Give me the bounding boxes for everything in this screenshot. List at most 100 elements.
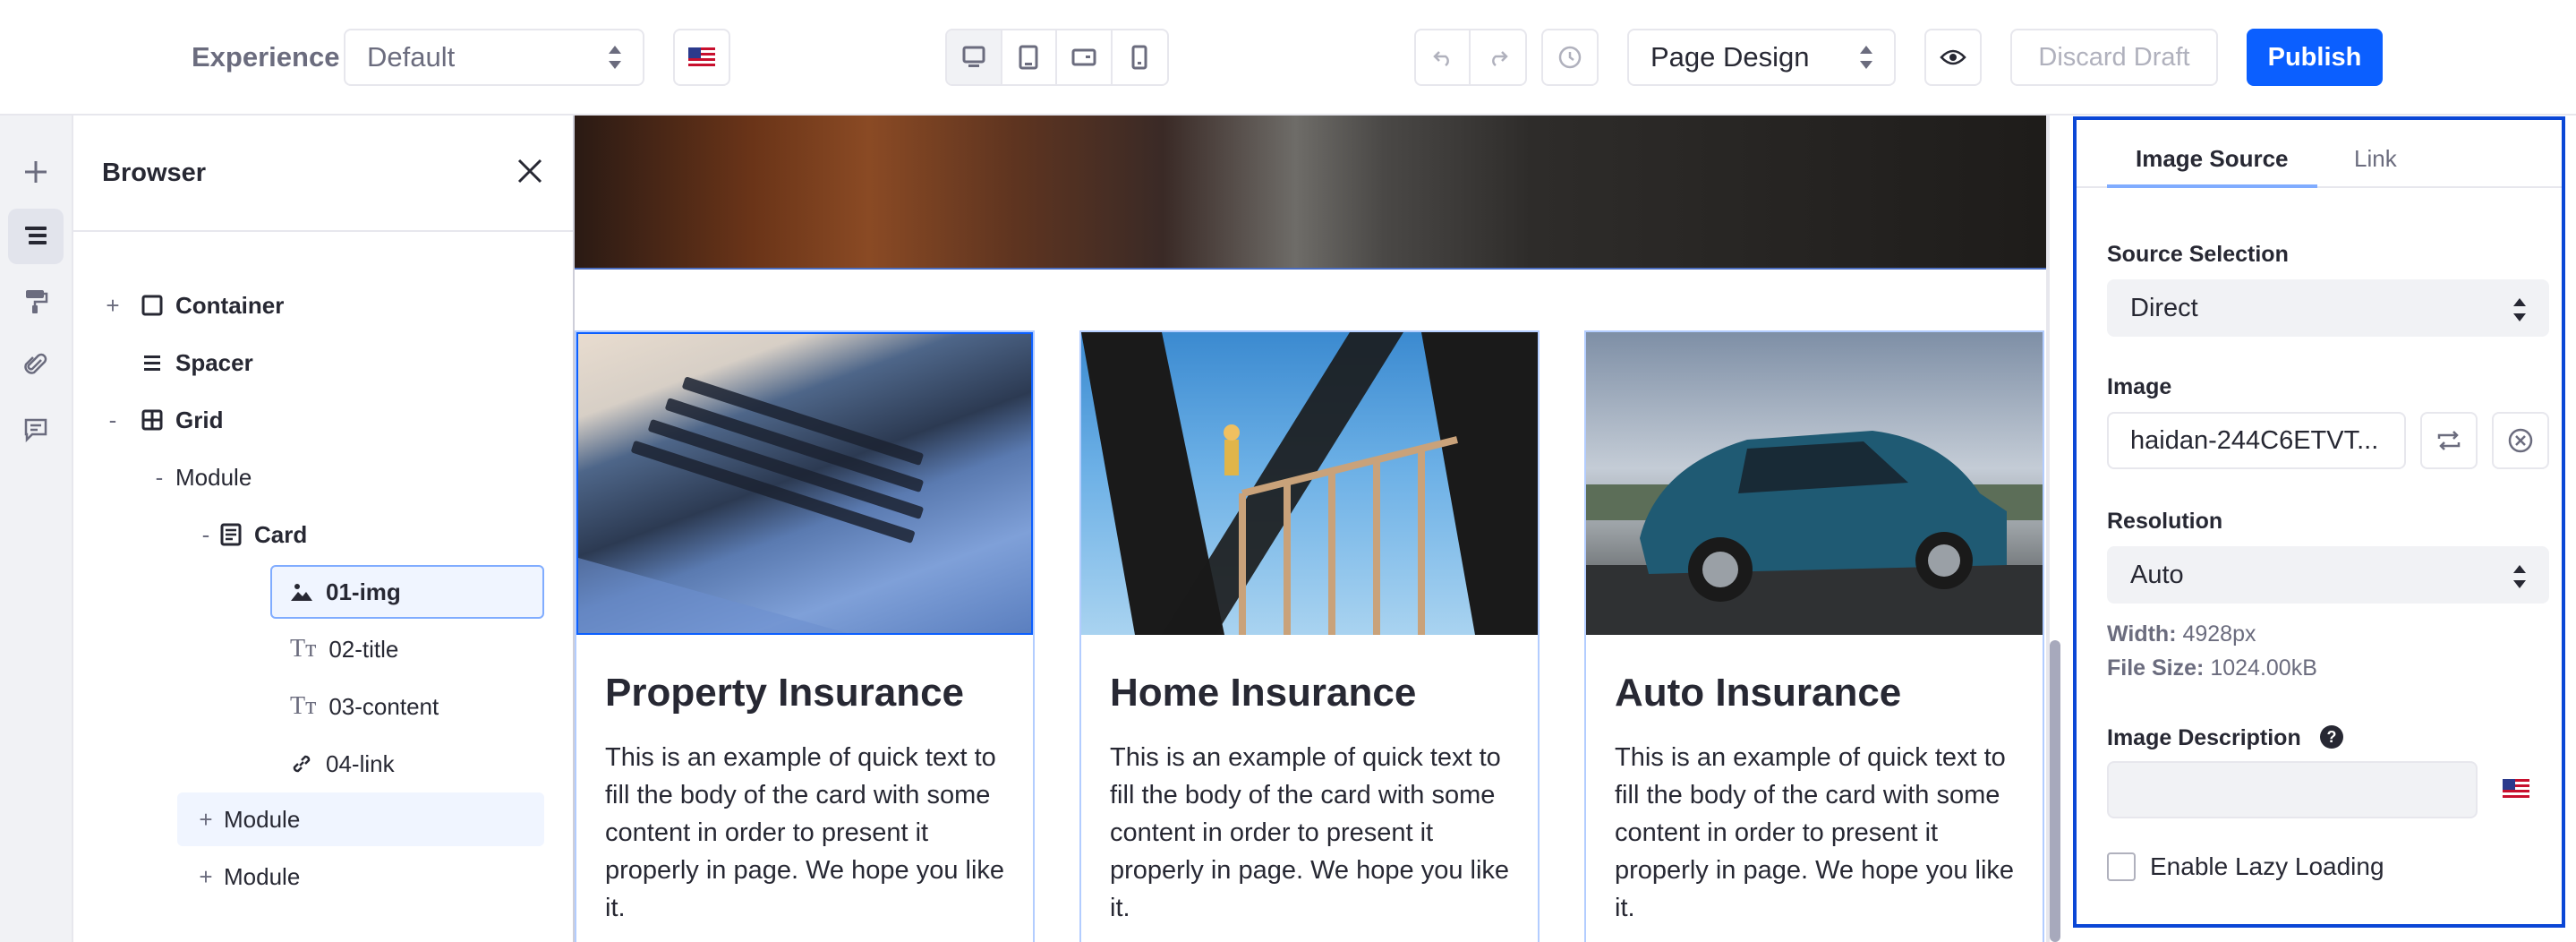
discard-draft-button[interactable]: Discard Draft: [2010, 29, 2218, 86]
preview-button[interactable]: [1924, 29, 1982, 86]
car-image[interactable]: [1586, 332, 2043, 635]
tree-item-02-title[interactable]: Tт 02-title: [290, 624, 541, 674]
card-property-insurance[interactable]: Property Insurance This is an example of…: [575, 330, 1035, 942]
width-label: Width:: [2107, 621, 2177, 647]
browser-title: Browser: [102, 158, 207, 187]
text-icon: Tт: [290, 635, 317, 663]
left-rail: [0, 116, 73, 942]
paint-brush-icon: [26, 290, 48, 313]
image-label: Image: [2107, 374, 2172, 399]
browser-panel: Browser + Container Spacer - Grid - Modu…: [73, 116, 575, 942]
page-structure-button[interactable]: [8, 209, 64, 264]
language-selector-button[interactable]: [673, 29, 730, 86]
width-value: 4928px: [2182, 621, 2256, 647]
replace-image-button[interactable]: [2420, 412, 2478, 469]
house-frame-graphic: [1081, 332, 1538, 635]
tree-item-label: 02-title: [328, 635, 399, 663]
image-description-input[interactable]: [2107, 761, 2478, 818]
tablet-view-button[interactable]: [1002, 30, 1057, 84]
description-language-button[interactable]: [2503, 779, 2529, 803]
tree-expander[interactable]: +: [197, 863, 215, 891]
change-icon: [2437, 431, 2461, 450]
hero-image[interactable]: [575, 116, 2046, 270]
card-title: Auto Insurance: [1615, 671, 1902, 715]
page-mode-value: Page Design: [1651, 41, 1810, 73]
add-icon: [25, 161, 47, 183]
mappings-button[interactable]: [8, 338, 64, 393]
portrait-phone-icon: [1131, 45, 1147, 70]
landscape-phone-view-button[interactable]: [1057, 30, 1113, 84]
experience-select[interactable]: Default: [344, 29, 644, 86]
tab-link[interactable]: Link: [2336, 145, 2415, 188]
experience-label: Experience: [192, 41, 340, 73]
resolution-select[interactable]: Auto: [2107, 546, 2549, 604]
desktop-view-button[interactable]: [947, 30, 1002, 84]
close-browser-button[interactable]: [514, 155, 546, 187]
history-button[interactable]: [1541, 29, 1599, 86]
tree-expander[interactable]: -: [197, 521, 215, 549]
tree-item-label: Module: [175, 463, 252, 491]
clear-image-button[interactable]: [2492, 412, 2549, 469]
tree-expander[interactable]: -: [150, 464, 168, 492]
tree-item-module[interactable]: - Module: [150, 452, 544, 502]
desktop-icon: [962, 46, 985, 67]
grid-icon: [141, 409, 163, 431]
card-title: Home Insurance: [1110, 671, 1417, 715]
tree-expander[interactable]: -: [104, 407, 122, 434]
tablet-icon: [1019, 45, 1038, 70]
redo-button[interactable]: [1471, 30, 1525, 84]
laptop-image[interactable]: [576, 332, 1033, 635]
lazy-loading-checkbox[interactable]: [2107, 852, 2136, 881]
tree-expander[interactable]: +: [104, 292, 122, 320]
image-icon: [291, 584, 312, 601]
tree-item-card[interactable]: - Card: [197, 510, 555, 560]
image-width-info: Width: 4928px: [2107, 621, 2256, 647]
tree-expander[interactable]: +: [197, 806, 215, 834]
browser-divider: [73, 230, 573, 232]
add-fragment-button[interactable]: [8, 144, 64, 200]
history-icon: [1558, 46, 1582, 69]
publish-button[interactable]: Publish: [2247, 29, 2383, 86]
tree-item-spacer[interactable]: Spacer: [104, 338, 551, 388]
tree-item-01-img[interactable]: 01-img: [270, 565, 544, 619]
laptop-keyboard-graphic: [578, 377, 924, 633]
eye-icon: [1940, 49, 1966, 65]
card-home-insurance[interactable]: Home Insurance This is an example of qui…: [1079, 330, 1540, 942]
tree-item-04-link[interactable]: 04-link: [290, 739, 541, 789]
tree-item-container[interactable]: + Container: [104, 280, 551, 330]
look-and-feel-button[interactable]: [8, 273, 64, 329]
spacer-icon: [144, 355, 160, 371]
source-selection-label: Source Selection: [2107, 242, 2289, 267]
undo-button[interactable]: [1416, 30, 1471, 84]
sidebar-focus-frame: Image Source Link Source Selection Direc…: [2073, 116, 2565, 928]
resolution-label: Resolution: [2107, 509, 2223, 534]
undo-icon: [1432, 51, 1449, 66]
page-mode-select[interactable]: Page Design: [1627, 29, 1896, 86]
container-icon: [141, 295, 163, 316]
card-auto-insurance[interactable]: Auto Insurance This is an example of qui…: [1584, 330, 2044, 942]
source-selection-value: Direct: [2130, 293, 2198, 322]
lazy-loading-label: Enable Lazy Loading: [2150, 852, 2384, 880]
tree-item-03-content[interactable]: Tт 03-content: [290, 681, 541, 732]
image-filesize-info: File Size: 1024.00kB: [2107, 655, 2317, 681]
tree-item-label: Card: [254, 520, 308, 548]
tree-item-module-3[interactable]: + Module: [177, 852, 544, 902]
tree-item-label: 01-img: [326, 578, 401, 605]
undo-redo-group: [1414, 29, 1527, 86]
image-field[interactable]: haidan-244C6ETVT...: [2107, 412, 2406, 469]
source-selection-select[interactable]: Direct: [2107, 279, 2549, 337]
top-toolbar: Experience Default Page Design Discard D…: [0, 0, 2576, 116]
times-circle-icon: [2508, 428, 2533, 453]
canvas-scroll-thumb[interactable]: [2050, 640, 2060, 942]
redo-icon: [1491, 51, 1508, 66]
portrait-phone-view-button[interactable]: [1113, 30, 1167, 84]
comments-button[interactable]: [8, 402, 64, 458]
us-flag-icon: [2503, 779, 2529, 799]
tree-item-module-2[interactable]: + Module: [177, 792, 544, 846]
paperclip-icon: [24, 353, 47, 374]
tree-item-grid[interactable]: - Grid: [104, 395, 551, 445]
house-construction-image[interactable]: [1081, 332, 1538, 635]
help-icon[interactable]: ?: [2320, 725, 2343, 749]
tree-item-label: 03-content: [328, 692, 439, 720]
tab-image-source[interactable]: Image Source: [2107, 145, 2317, 188]
